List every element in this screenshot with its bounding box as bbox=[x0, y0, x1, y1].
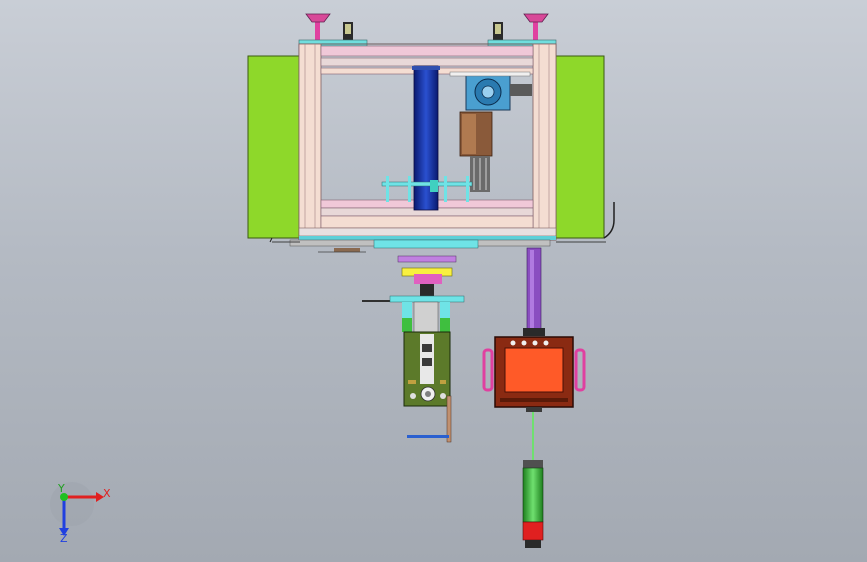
gripper-block bbox=[459, 111, 493, 192]
control-cabinet bbox=[482, 336, 586, 412]
clamp-left bbox=[343, 22, 353, 40]
suction-cup-right bbox=[523, 13, 549, 40]
suction-cup-left bbox=[305, 13, 331, 40]
clamp-right bbox=[493, 22, 503, 40]
side-panel-right bbox=[552, 55, 605, 239]
axis-y-label: Y bbox=[57, 482, 65, 495]
coordinate-triad[interactable]: X Y Z bbox=[50, 482, 111, 545]
cabinet-handle-left bbox=[482, 348, 494, 392]
axis-z-label: Z bbox=[60, 532, 68, 545]
signal-tower bbox=[522, 412, 544, 548]
support-rod bbox=[523, 247, 545, 336]
drive-assembly bbox=[362, 255, 465, 333]
cabinet-handle-right bbox=[574, 348, 586, 392]
cad-viewport[interactable]: X Y Z bbox=[0, 0, 867, 562]
cad-drawing: X Y Z bbox=[50, 13, 615, 548]
pcb-board bbox=[403, 331, 451, 407]
side-panel-left bbox=[247, 55, 303, 239]
axis-x-label: X bbox=[103, 487, 111, 500]
gear-motor bbox=[449, 71, 532, 111]
